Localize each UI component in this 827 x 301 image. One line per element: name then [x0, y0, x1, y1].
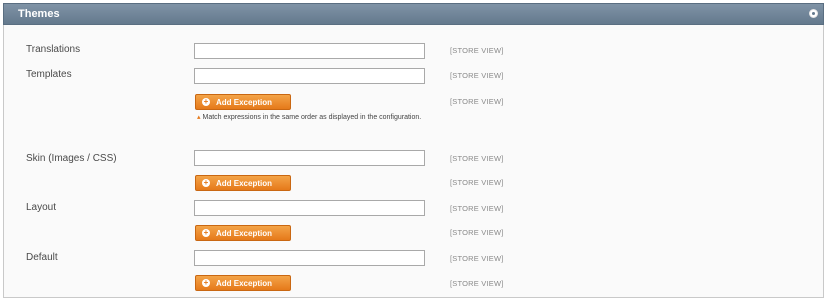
- skin-label: Skin (Images / CSS): [26, 153, 117, 164]
- add-exception-label: Add Exception: [216, 97, 273, 107]
- section-title: Themes: [18, 8, 60, 20]
- add-exception-label: Add Exception: [216, 178, 273, 188]
- skin-scope: [STORE VIEW]: [450, 154, 504, 163]
- templates-input[interactable]: [194, 68, 425, 84]
- layout-input[interactable]: [194, 200, 425, 216]
- layout-exception-scope: [STORE VIEW]: [450, 228, 504, 237]
- skin-add-exception-button[interactable]: + Add Exception: [195, 175, 291, 191]
- plus-icon: +: [202, 97, 210, 106]
- section-header[interactable]: Themes: [3, 3, 824, 25]
- skin-input[interactable]: [194, 150, 425, 166]
- add-exception-label: Add Exception: [216, 278, 273, 288]
- note-bullet-icon: ▴: [197, 114, 201, 121]
- layout-add-exception-button[interactable]: + Add Exception: [195, 225, 291, 241]
- layout-label: Layout: [26, 202, 57, 213]
- add-exception-label: Add Exception: [216, 228, 273, 238]
- templates-label: Templates: [26, 69, 72, 80]
- exception-note: ▴ Match expressions in the same order as …: [197, 112, 427, 124]
- plus-icon: +: [202, 278, 210, 287]
- templates-add-exception-button[interactable]: + Add Exception: [195, 94, 291, 110]
- skin-exception-scope: [STORE VIEW]: [450, 178, 504, 187]
- templates-exception-scope: [STORE VIEW]: [450, 97, 504, 106]
- default-label: Default: [26, 252, 58, 263]
- default-input[interactable]: [194, 250, 425, 266]
- collapse-toggle-icon[interactable]: [809, 9, 818, 18]
- translations-input[interactable]: [194, 43, 425, 59]
- layout-scope: [STORE VIEW]: [450, 204, 504, 213]
- translations-label: Translations: [26, 44, 81, 55]
- default-exception-scope: [STORE VIEW]: [450, 279, 504, 288]
- templates-scope: [STORE VIEW]: [450, 71, 504, 80]
- note-text: Match expressions in the same order as d…: [202, 114, 422, 121]
- plus-icon: +: [202, 178, 210, 187]
- default-scope: [STORE VIEW]: [450, 254, 504, 263]
- plus-icon: +: [202, 228, 210, 237]
- translations-scope: [STORE VIEW]: [450, 46, 504, 55]
- default-add-exception-button[interactable]: + Add Exception: [195, 275, 291, 291]
